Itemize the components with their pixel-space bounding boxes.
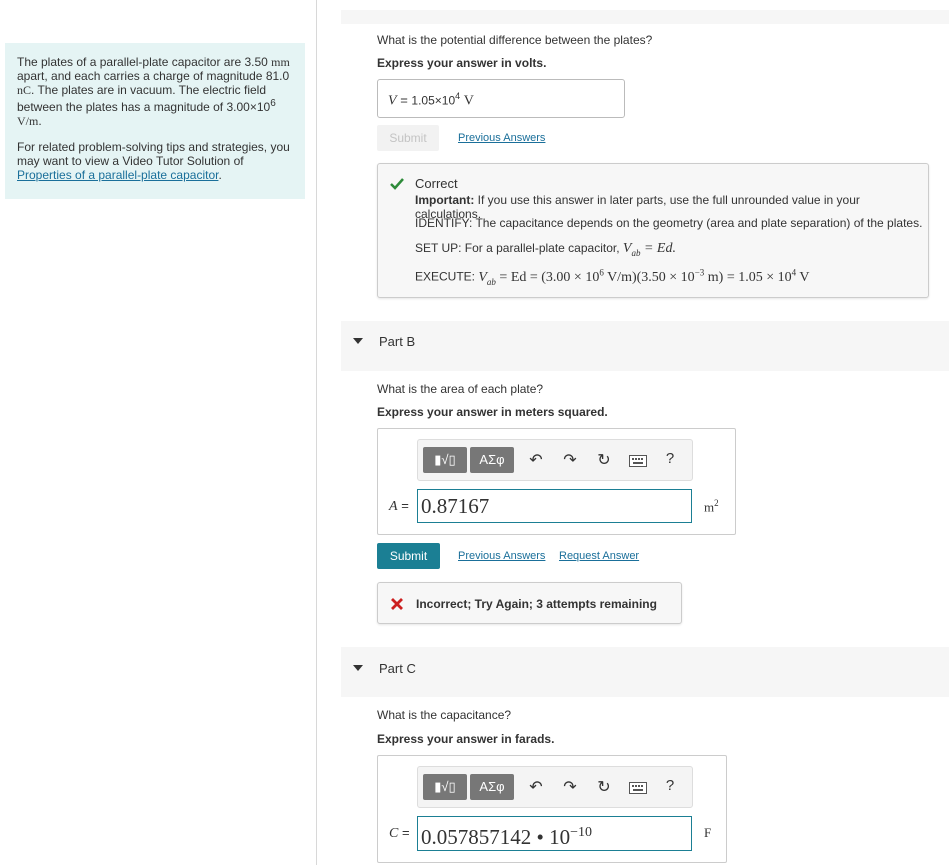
redo-icon[interactable]: ↷ (560, 777, 580, 797)
symbols-button[interactable]: ΑΣφ (470, 447, 514, 473)
math-toolbar: ▮√▯ ΑΣφ ↶ ↷ ↻ ? (417, 439, 693, 481)
help-icon[interactable]: ? (660, 450, 680, 467)
part-c-math-editor: ▮√▯ ΑΣφ ↶ ↷ ↻ ? C = 0.057857142 • 10−10 … (377, 755, 727, 863)
part-a-header-band (341, 10, 949, 24)
undo-icon[interactable]: ↶ (526, 450, 546, 470)
part-b-instruction: Express your answer in meters squared. (377, 405, 608, 419)
reset-icon[interactable]: ↻ (594, 777, 614, 797)
templates-button[interactable]: ▮√▯ (423, 774, 467, 800)
part-b-variable-label: A = (389, 498, 409, 514)
redo-icon[interactable]: ↷ (560, 450, 580, 470)
part-a-feedback-box: Correct Important: If you use this answe… (377, 163, 929, 298)
feedback-execute: EXECUTE: Vab = Ed = (3.00 × 106 V/m)(3.5… (415, 267, 810, 287)
part-a-instruction: Express your answer in volts. (377, 56, 547, 70)
math-toolbar: ▮√▯ ΑΣφ ↶ ↷ ↻ ? (417, 766, 693, 808)
video-tutor-link[interactable]: Properties of a parallel-plate capacitor (17, 168, 218, 182)
part-b-title: Part B (379, 334, 416, 349)
part-b-submit-button[interactable]: Submit (377, 543, 440, 569)
part-b-unit: m2 (704, 498, 719, 515)
part-b-previous-answers-link[interactable]: Previous Answers (458, 550, 545, 562)
part-b-feedback-text: Incorrect; Try Again; 3 attempts remaini… (416, 597, 657, 611)
part-c-header[interactable] (341, 647, 949, 697)
part-b-header[interactable] (341, 321, 949, 371)
collapse-caret-icon[interactable] (353, 338, 363, 344)
reset-icon[interactable]: ↻ (594, 450, 614, 470)
feedback-setup: SET UP: For a parallel-plate capacitor, … (415, 241, 676, 258)
part-c-question: What is the capacitance? (377, 708, 512, 722)
part-b-answer-input[interactable]: 0.87167 (417, 489, 692, 523)
part-a-previous-answers-link[interactable]: Previous Answers (458, 132, 545, 144)
checkmark-icon (390, 178, 404, 190)
part-c-instruction: Express your answer in farads. (377, 732, 555, 746)
keyboard-icon[interactable] (629, 782, 647, 794)
collapse-caret-icon[interactable] (353, 665, 363, 671)
part-a-answer-display: V = 1.05×104 V (377, 79, 625, 118)
part-a-submit-button[interactable]: Submit (377, 125, 439, 151)
templates-button[interactable]: ▮√▯ (423, 447, 467, 473)
part-c-variable-label: C = (389, 825, 410, 841)
part-b-request-answer-link[interactable]: Request Answer (559, 550, 639, 562)
part-c-unit: F (704, 825, 712, 840)
symbols-button[interactable]: ΑΣφ (470, 774, 514, 800)
feedback-identify: IDENTIFY: The capacitance depends on the… (415, 216, 923, 230)
problem-text: The plates of a parallel-plate capacitor… (17, 55, 290, 128)
problem-statement-panel: The plates of a parallel-plate capacitor… (5, 43, 305, 199)
part-c-answer-input[interactable]: 0.057857142 • 10−10 (417, 816, 692, 851)
part-a-question: What is the potential difference between… (377, 33, 653, 47)
part-b-math-editor: ▮√▯ ΑΣφ ↶ ↷ ↻ ? A = 0.87167 m2 (377, 428, 736, 535)
help-icon[interactable]: ? (660, 777, 680, 794)
part-b-feedback-box: Incorrect; Try Again; 3 attempts remaini… (377, 582, 682, 624)
part-c-title: Part C (379, 661, 416, 676)
part-b-question: What is the area of each plate? (377, 382, 544, 396)
incorrect-x-icon (391, 598, 403, 610)
column-divider (316, 0, 317, 865)
tips-text: For related problem-solving tips and str… (17, 140, 290, 182)
feedback-status: Correct (415, 176, 458, 191)
keyboard-icon[interactable] (629, 455, 647, 467)
undo-icon[interactable]: ↶ (526, 777, 546, 797)
